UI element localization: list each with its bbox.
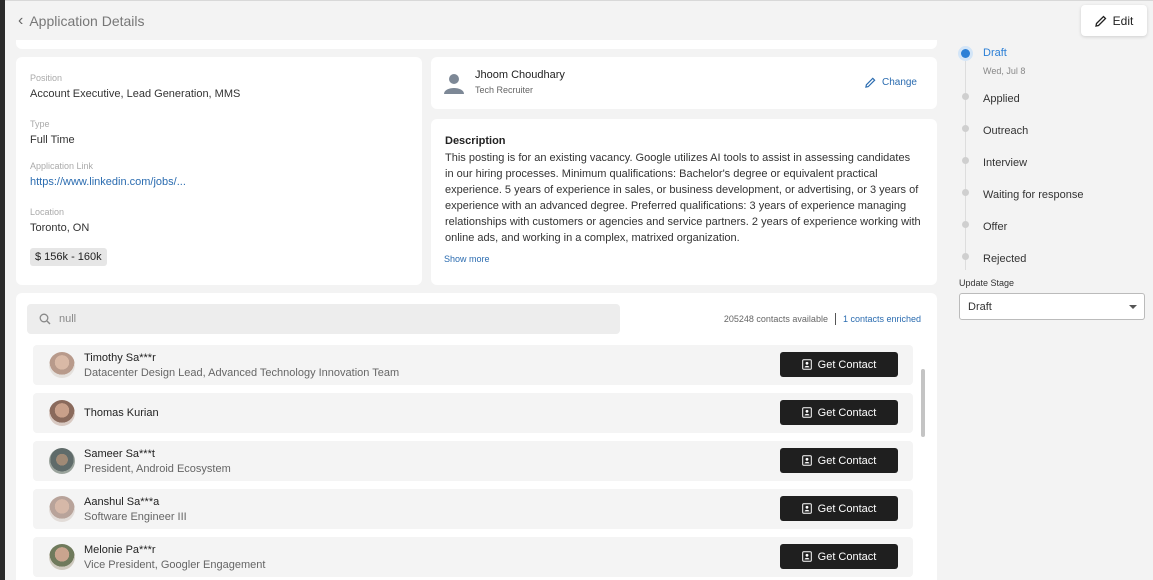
get-contact-button[interactable]: Get Contact — [780, 400, 898, 425]
get-contact-button[interactable]: Get Contact — [780, 448, 898, 473]
stage-dot — [961, 49, 970, 58]
get-contact-label: Get Contact — [817, 358, 877, 371]
position-field: Position Account Executive, Lead Generat… — [30, 73, 240, 100]
stage-label: Rejected — [983, 253, 1027, 265]
contact-title: Vice President, Googler Engagement — [84, 558, 266, 571]
contacts-available: 205248 contacts available — [723, 314, 828, 324]
stage-dot — [962, 156, 969, 164]
contact-name: Melonie Pa***r — [84, 543, 156, 556]
stage-label: Waiting for response — [983, 189, 1084, 201]
position-value: Account Executive, Lead Generation, MMS — [30, 88, 241, 100]
page-header: ‹ Application Details — [5, 1, 1153, 41]
contact-row: Timothy Sa***r Datacenter Design Lead, A… — [33, 345, 913, 385]
stage-label: Interview — [983, 157, 1028, 169]
pencil-icon — [865, 77, 876, 88]
counts-divider — [834, 313, 836, 325]
contacts-enriched-link[interactable]: 1 contacts enriched — [843, 314, 921, 324]
contact-card-icon — [801, 503, 812, 514]
contact-title: Datacenter Design Lead, Advanced Technol… — [84, 366, 400, 379]
left-edge — [0, 0, 5, 580]
stage-label: Draft — [983, 47, 1007, 59]
selected-stage: Draft — [968, 300, 992, 313]
contact-card-icon — [801, 455, 812, 466]
chevron-left-icon: ‹ — [18, 12, 24, 29]
show-more-link[interactable]: Show more — [444, 254, 490, 264]
search-input[interactable] — [59, 313, 559, 325]
avatar — [49, 544, 75, 570]
location-value: Toronto, ON — [30, 222, 90, 234]
stage-select[interactable]: Draft — [959, 293, 1145, 320]
location-label: Location — [30, 207, 65, 217]
application-link[interactable]: https://www.linkedin.com/jobs/... — [30, 176, 186, 188]
pencil-icon — [1094, 15, 1107, 27]
contact-card-icon — [801, 551, 812, 562]
stage-dot — [962, 124, 969, 132]
contact-counts: 205248 contacts available 1 contacts enr… — [724, 313, 921, 325]
contact-name: Thomas Kurian — [84, 407, 159, 419]
stage-dot — [962, 188, 969, 196]
link-field: Application Link https://www.linkedin.co… — [30, 161, 186, 188]
get-contact-label: Get Contact — [817, 550, 877, 563]
back-button[interactable]: ‹ Application Details — [18, 12, 145, 30]
contact-name: Sameer Sa***t — [84, 447, 155, 460]
contact-name: Aanshul Sa***a — [84, 495, 160, 508]
contact-row: Aanshul Sa***a Software Engineer III Get… — [33, 489, 913, 529]
get-contact-button[interactable]: Get Contact — [780, 496, 898, 521]
recruiter-name: Jhoom Choudhary — [475, 69, 565, 81]
position-label: Position — [30, 73, 63, 83]
stage-label: Applied — [983, 93, 1020, 105]
list-scrollbar[interactable] — [921, 369, 925, 437]
get-contact-label: Get Contact — [817, 502, 877, 515]
get-contact-button[interactable]: Get Contact — [780, 352, 898, 377]
contact-row: Sameer Sa***t President, Android Ecosyst… — [33, 441, 913, 481]
location-field: Location Toronto, ON — [30, 207, 89, 234]
contact-title: Software Engineer III — [84, 510, 187, 523]
contact-card-icon — [801, 407, 812, 418]
salary-badge: $ 156k - 160k — [30, 248, 107, 266]
contact-card-icon — [801, 359, 812, 370]
get-contact-label: Get Contact — [817, 406, 877, 419]
get-contact-label: Get Contact — [817, 454, 877, 467]
contact-title: President, Android Ecosystem — [84, 462, 231, 475]
type-field: Type Full Time — [30, 119, 75, 146]
user-avatar-icon — [443, 72, 465, 94]
avatar — [49, 400, 75, 426]
description-fade — [445, 246, 923, 280]
link-label: Application Link — [30, 161, 94, 171]
page-title: Application Details — [29, 13, 145, 29]
stage-label: Offer — [983, 221, 1008, 233]
job-info-card: Position Account Executive, Lead Generat… — [16, 57, 422, 285]
recruiter-role: Tech Recruiter — [475, 85, 534, 95]
description-text: This posting is for an existing vacancy.… — [445, 152, 921, 244]
caret-down-icon — [1129, 305, 1137, 309]
top-card-strip — [16, 40, 937, 49]
update-stage-label: Update Stage — [959, 278, 1015, 288]
stage-date: Wed, Jul 8 — [983, 66, 1026, 76]
change-label: Change — [881, 77, 917, 88]
avatar — [49, 496, 75, 522]
get-contact-button[interactable]: Get Contact — [780, 544, 898, 569]
contact-search[interactable] — [27, 304, 620, 334]
type-label: Type — [30, 119, 50, 129]
avatar — [49, 448, 75, 474]
stage-dot — [962, 252, 969, 260]
edit-label: Edit — [1112, 13, 1134, 28]
stage-dot — [962, 92, 969, 100]
stage-label: Outreach — [983, 125, 1029, 137]
avatar — [49, 352, 75, 378]
description-card: Description This posting is for an exist… — [431, 119, 937, 285]
change-recruiter-button[interactable]: Change — [865, 77, 917, 88]
contact-name: Timothy Sa***r — [84, 351, 156, 364]
description-title: Description — [445, 135, 506, 147]
contact-row: Thomas Kurian Get Contact — [33, 393, 913, 433]
type-value: Full Time — [30, 134, 75, 146]
contacts-card: 205248 contacts available 1 contacts enr… — [16, 293, 937, 580]
recruiter-card: Jhoom Choudhary Tech Recruiter Change — [431, 57, 937, 109]
contact-row: Melonie Pa***r Vice President, Googler E… — [33, 537, 913, 577]
search-icon — [39, 313, 51, 325]
stage-dot — [962, 220, 969, 228]
edit-button[interactable]: Edit — [1081, 5, 1147, 36]
